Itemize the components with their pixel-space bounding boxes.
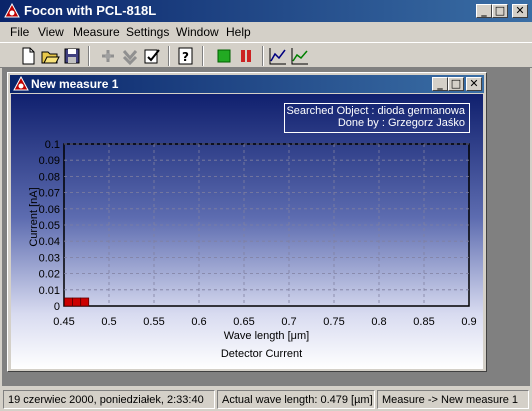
- save-icon[interactable]: [62, 46, 82, 66]
- measure-window-title: New measure 1: [31, 77, 119, 91]
- status-measure: Measure -> New measure 1: [377, 390, 529, 409]
- properties-icon[interactable]: [142, 46, 162, 66]
- y-tick-label: 0.05: [39, 220, 60, 232]
- chart-title: Detector Current: [221, 348, 302, 360]
- menu-file[interactable]: File: [10, 25, 29, 39]
- pause-icon[interactable]: [236, 46, 256, 66]
- data-point: [80, 297, 90, 307]
- help-icon[interactable]: ?: [176, 46, 196, 66]
- status-bar: 19 czerwiec 2000, poniedziałek, 2:33:40 …: [0, 388, 532, 411]
- close-button[interactable]: ✕: [512, 4, 528, 18]
- svg-text:?: ?: [182, 50, 189, 64]
- app-title: Focon with PCL-818L: [24, 3, 157, 18]
- y-tick-label: 0.09: [39, 155, 60, 167]
- new-icon[interactable]: [18, 46, 38, 66]
- x-tick-label: 0.45: [53, 316, 74, 328]
- x-tick-label: 0.8: [371, 316, 386, 328]
- maximize-button[interactable]: □: [492, 4, 508, 18]
- child-minimize-button[interactable]: _: [432, 77, 448, 91]
- measure-window-icon: [13, 76, 29, 91]
- x-tick-label: 0.7: [281, 316, 296, 328]
- data-point: [64, 297, 73, 307]
- child-maximize-button[interactable]: □: [448, 77, 464, 91]
- x-tick-label: 0.5: [101, 316, 116, 328]
- status-datetime: 19 czerwiec 2000, poniedziałek, 2:33:40: [3, 390, 215, 409]
- chart-alt-icon[interactable]: [290, 46, 310, 66]
- menu-window[interactable]: Window: [176, 25, 219, 39]
- x-tick-label: 0.55: [143, 316, 164, 328]
- y-tick-label: 0.06: [39, 204, 60, 216]
- download-icon[interactable]: [120, 46, 140, 66]
- menu-settings[interactable]: Settings: [126, 25, 169, 39]
- detector-current-chart: 0 0.01 0.02 0.03 0.04 0.05 0.06 0.07 0.08 0.09 0.1…: [28, 139, 477, 360]
- x-tick-label: 0.75: [323, 316, 344, 328]
- toolbar-separator: [262, 46, 264, 66]
- y-tick-label: 0.04: [39, 236, 60, 248]
- x-tick-label: 0.6: [191, 316, 206, 328]
- y-tick-label: 0.01: [39, 285, 60, 297]
- measure-window-title-bar[interactable]: New measure 1 _ □ ✕: [10, 75, 484, 93]
- y-tick-label: 0: [54, 301, 60, 313]
- y-axis-label: Current [nA]: [28, 187, 40, 246]
- x-tick-label: 0.9: [461, 316, 476, 328]
- y-tick-label: 0.1: [45, 139, 60, 151]
- child-close-button[interactable]: ✕: [466, 77, 482, 91]
- menu-bar: File View Measure Settings Window Help: [0, 22, 532, 42]
- start-icon[interactable]: [214, 46, 234, 66]
- open-icon[interactable]: [40, 46, 60, 66]
- menu-measure[interactable]: Measure: [73, 25, 120, 39]
- minimize-button[interactable]: _: [476, 4, 492, 18]
- x-axis-label: Wave length [μm]: [224, 330, 309, 342]
- toolbar: ?: [0, 42, 532, 68]
- y-tick-label: 0.03: [39, 252, 60, 264]
- status-wavelength: Actual wave length: 0.479 [µm]: [217, 390, 375, 409]
- y-tick-label: 0.02: [39, 269, 60, 281]
- x-tick-label: 0.85: [413, 316, 434, 328]
- toolbar-separator: [88, 46, 90, 66]
- y-tick-label: 0.08: [39, 171, 60, 183]
- connect-icon[interactable]: [98, 46, 118, 66]
- toolbar-separator: [168, 46, 170, 66]
- app-icon: [4, 3, 20, 18]
- chart-icon[interactable]: [268, 46, 288, 66]
- x-tick-label: 0.65: [233, 316, 254, 328]
- data-point: [72, 297, 81, 307]
- y-tick-label: 0.07: [39, 188, 60, 200]
- toolbar-separator: [202, 46, 204, 66]
- app-title-bar[interactable]: Focon with PCL-818L _ □ ✕: [0, 0, 532, 22]
- menu-view[interactable]: View: [38, 25, 64, 39]
- menu-help[interactable]: Help: [226, 25, 251, 39]
